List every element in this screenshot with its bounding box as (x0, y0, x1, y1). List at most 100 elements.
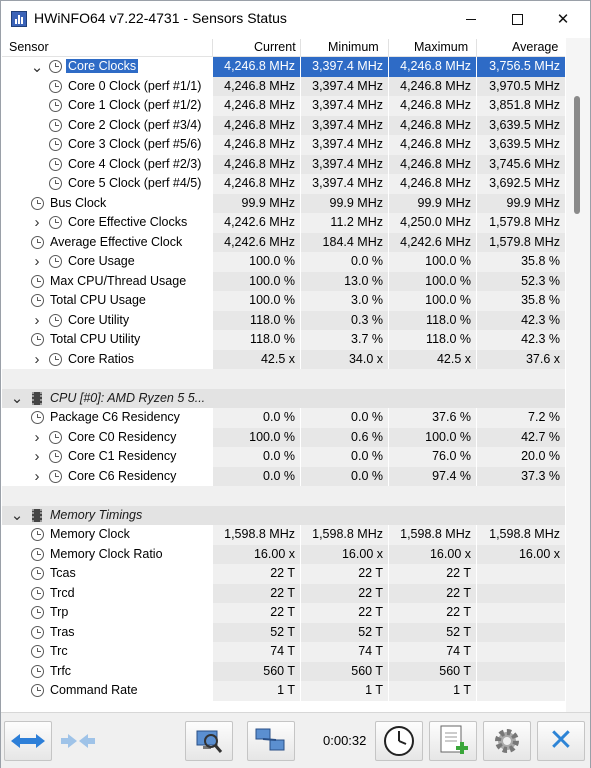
sensor-row[interactable]: Command Rate 1 T1 T1 T (2, 681, 565, 701)
minimum-value: 34.0 x (300, 349, 388, 369)
sensor-name-cell: Core C1 Residency (66, 447, 178, 467)
scrollbar-thumb[interactable] (574, 96, 580, 214)
sensor-name-cell: Tcas (48, 564, 78, 584)
chevron-right-icon[interactable]: › (30, 252, 44, 272)
column-divider[interactable] (300, 39, 301, 56)
chevron-right-icon[interactable]: › (30, 311, 44, 331)
current-value: 118.0 % (212, 330, 300, 350)
vertical-scrollbar[interactable] (566, 38, 590, 712)
sensor-row[interactable]: Trcd 22 T 22 T 22 T (2, 583, 565, 604)
sensor-row[interactable]: › Core Effective Clocks 4,242.6 MHz 11.2 MH… (2, 213, 565, 233)
sensor-row[interactable]: Core 1 Clock (perf #1/2) 4,246.8 MHz 3,397… (2, 96, 565, 116)
sensor-row[interactable]: Tcas 22 T 22 T 22 T (2, 564, 565, 584)
sensor-name: Core Utility (68, 312, 130, 327)
sensor-clock-icon (49, 450, 62, 463)
minimum-value: 0.0 % (300, 408, 388, 428)
close-window-button[interactable]: ✕ (540, 1, 586, 37)
chevron-right-icon[interactable]: › (30, 428, 44, 448)
sensor-row[interactable]: Trc 74 T 74 T 74 T (2, 642, 565, 662)
sensor-name-cell: Core Effective Clocks (66, 213, 189, 233)
column-header-current[interactable]: Current (254, 38, 296, 57)
minimum-value: 3,397.4 MHz (300, 135, 388, 155)
chevron-down-icon[interactable]: ⌄ (10, 389, 24, 409)
chevron-down-icon[interactable]: ⌄ (30, 57, 44, 77)
current-value: 560 T (212, 661, 300, 681)
sensor-row[interactable]: Trp 22 T 22 T 22 T (2, 603, 565, 623)
sensor-clock-icon (49, 79, 62, 93)
sensor-name-cell: Core Clocks (66, 57, 139, 77)
sensor-name: Memory Clock Ratio (50, 546, 163, 561)
column-header-average[interactable]: Average (512, 38, 558, 57)
chevron-right-icon[interactable]: › (30, 467, 44, 487)
current-value: 4,242.6 MHz (212, 232, 300, 252)
column-divider[interactable] (476, 39, 477, 56)
sensor-name-cell: Core 5 Clock (perf #4/5) (66, 174, 203, 194)
maximum-value: 100.0 % (388, 271, 476, 291)
sensor-clock-icon (49, 99, 62, 112)
sensor-row[interactable]: › Core Usage 100.0 % 0.0 % 100.0 % 35.8 % (2, 252, 565, 272)
sensor-row[interactable]: Average Effective Clock 4,242.6 MHz 184.4 … (2, 232, 565, 253)
sensor-row[interactable]: › Core Utility 118.0 % 0.3 % 118.0 % 42.3 % (2, 310, 565, 331)
sensor-row[interactable]: Core 0 Clock (perf #1/1) 4,246.8 MHz 3,397… (2, 76, 565, 96)
maximize-button[interactable] (494, 1, 540, 37)
sensor-row[interactable]: › Core C0 Residency 100.0 % 0.6 % 100.0 % 42.… (2, 427, 565, 448)
column-header-minimum[interactable]: Minimum (328, 38, 379, 57)
minimum-value: 0.0 % (300, 252, 388, 272)
column-divider[interactable] (388, 39, 389, 56)
close-x-icon: ✕ (548, 724, 574, 757)
current-value: 118.0 % (212, 310, 300, 330)
column-header-row: Sensor Current Minimum Maximum Average (2, 38, 565, 57)
title-bar[interactable]: HWiNFO64 v7.22-4731 - Sensors Status ✕ (1, 1, 590, 37)
sensor-name: Tras (50, 624, 75, 639)
sensor-name-cell: Average Effective Clock (48, 233, 184, 253)
double-arrow-inward-icon (61, 734, 95, 748)
sensor-search-button[interactable] (185, 721, 233, 761)
sensor-row[interactable]: Total CPU Usage 100.0 % 3.0 % 100.0 % 35.8 % (2, 291, 565, 311)
logging-button[interactable] (429, 721, 477, 761)
sensor-group-row[interactable]: ⌄ CPU [#0]: AMD Ryzen 5 5... (2, 388, 565, 409)
sensor-row[interactable]: Total CPU Utility 118.0 % 3.7 % 118.0 % 42.3… (2, 330, 565, 350)
sensor-clock-icon (49, 469, 62, 483)
sensor-name: Core 0 Clock (perf #1/1) (68, 78, 202, 93)
sensor-row[interactable]: › Core Ratios 42.5 x 34.0 x 42.5 x 37.6 x (2, 349, 565, 370)
navigate-arrows-button[interactable] (4, 721, 52, 761)
current-value: 0.0 % (212, 447, 300, 467)
reset-timer-button[interactable] (375, 721, 423, 761)
sensor-name: Trcd (50, 585, 75, 600)
close-sensors-button[interactable]: ✕ (537, 721, 585, 761)
sensor-row[interactable]: Trfc 560 T 560 T 560 T (2, 661, 565, 681)
column-divider[interactable] (212, 39, 213, 56)
sensor-name-cell: Trcd (48, 584, 77, 604)
chevron-right-icon[interactable]: › (30, 447, 44, 467)
column-header-sensor[interactable]: Sensor (9, 38, 49, 57)
minimum-value: 3,397.4 MHz (300, 154, 388, 174)
minimize-icon (466, 18, 476, 20)
sensor-row[interactable]: Core 4 Clock (perf #2/3) 4,246.8 MHz 3,397… (2, 154, 565, 174)
sensor-row[interactable]: Memory Clock Ratio 16.00 x 16.00 x 16.00 x1… (2, 544, 565, 564)
minimize-button[interactable] (448, 1, 494, 37)
sensor-row[interactable]: Tras 52 T 52 T 52 T (2, 622, 565, 642)
sensor-row[interactable]: Core 3 Clock (perf #5/6) 4,246.8 MHz 3,397… (2, 135, 565, 155)
sensor-row[interactable]: ⌄ Core Clocks 4,246.8 MHz 3,397.4 MHz 4,246.… (2, 57, 565, 77)
sensor-row[interactable]: › Core C1 Residency 0.0 % 0.0 % 76.0 % 20.0 % (2, 447, 565, 467)
sensor-row[interactable]: Memory Clock 1,598.8 MHz 1,598.8 MHz 1,598.… (2, 525, 565, 545)
chevron-right-icon[interactable]: › (30, 213, 44, 233)
navigate-arrows-disabled-button[interactable] (54, 721, 102, 761)
chip-icon (32, 391, 42, 405)
sensor-row[interactable]: Bus Clock 99.9 MHz 99.9 MHz 99.9 MHz 99.9 MH… (2, 193, 565, 213)
network-button[interactable] (247, 721, 295, 761)
sensor-row[interactable]: Max CPU/Thread Usage 100.0 % 13.0 % 100.0 %… (2, 271, 565, 291)
minimum-value: 22 T (300, 583, 388, 603)
sensor-row[interactable]: Core 5 Clock (perf #4/5) 4,246.8 MHz 3,397… (2, 174, 565, 194)
sensor-row[interactable]: › Core C6 Residency 0.0 % 0.0 % 97.4 % 37.3 % (2, 466, 565, 487)
chevron-down-icon[interactable]: ⌄ (10, 506, 24, 526)
sensor-row[interactable]: Core 2 Clock (perf #3/4) 4,246.8 MHz 3,397… (2, 115, 565, 135)
sensor-row[interactable]: Package C6 Residency 0.0 % 0.0 % 37.6 % 7.2 … (2, 408, 565, 428)
column-header-maximum[interactable]: Maximum (414, 38, 468, 57)
settings-button[interactable] (483, 721, 531, 761)
average-value: 3,851.8 MHz (476, 96, 565, 116)
sensor-group-row[interactable]: ⌄ Memory Timings (2, 505, 565, 526)
sensor-name: Trc (50, 644, 68, 658)
bottom-toolbar: 0:00:32 ✕ (1, 712, 590, 768)
chevron-right-icon[interactable]: › (30, 350, 44, 370)
